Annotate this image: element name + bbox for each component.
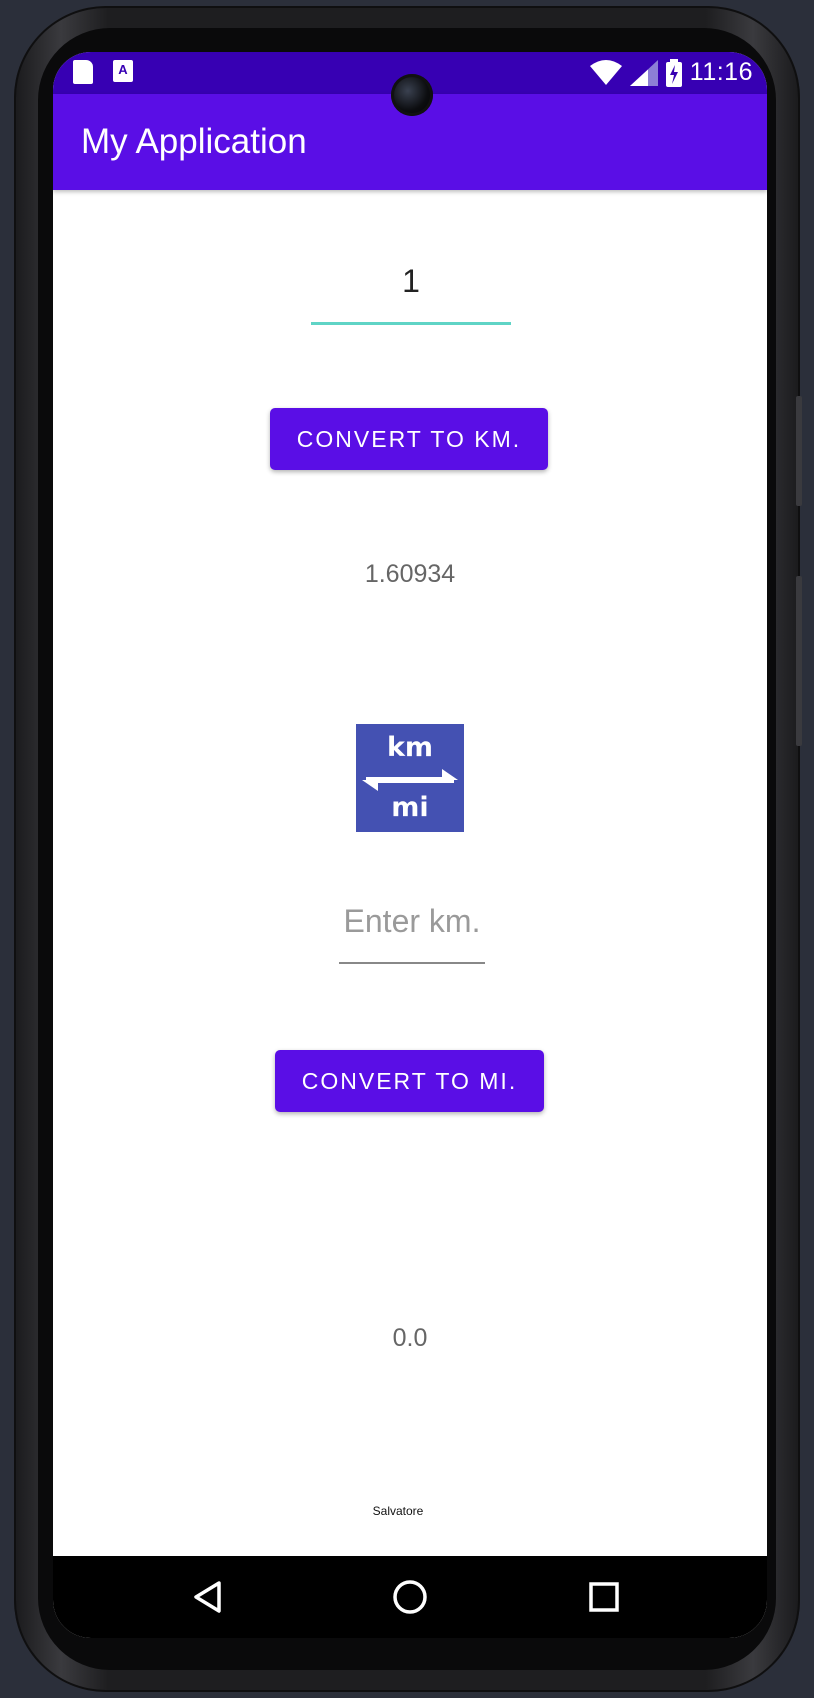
back-button[interactable] [185,1574,231,1620]
app-title: My Application [81,122,307,161]
main-content: CONVERT TO KM. 1.60934 km mi CONVERT TO … [53,190,767,1608]
home-icon [393,1580,427,1614]
battery-charging-icon [665,58,682,87]
convert-to-mi-button[interactable]: CONVERT TO MI. [275,1050,544,1112]
logo-km-text: km [387,732,433,763]
logo-mi-text: mi [391,792,428,823]
power-button [796,576,802,746]
recents-button[interactable] [581,1574,627,1620]
swap-arrows-icon: km mi [362,732,458,823]
device-screen: A 11:16 My Application CONVERT TO KM. 1.… [53,52,767,1638]
a-text-icon: A [113,60,133,82]
cell-signal-icon [629,59,658,86]
sd-card-icon [73,60,93,84]
km-mi-logo: km mi [356,724,464,832]
volume-button [796,396,802,506]
navigation-bar [53,1556,767,1638]
miles-input[interactable] [311,240,511,325]
mi-result-text: 0.0 [392,1324,428,1352]
wifi-icon [589,59,622,85]
km-result-text: 1.60934 [364,560,456,588]
author-signature: Salvatore [372,1504,424,1518]
home-button[interactable] [387,1574,433,1620]
status-time: 11:16 [689,58,753,86]
back-icon [194,1581,221,1613]
front-camera [391,74,433,116]
recents-icon [589,1582,619,1612]
km-input[interactable] [339,880,485,964]
convert-to-km-button[interactable]: CONVERT TO KM. [270,408,548,470]
